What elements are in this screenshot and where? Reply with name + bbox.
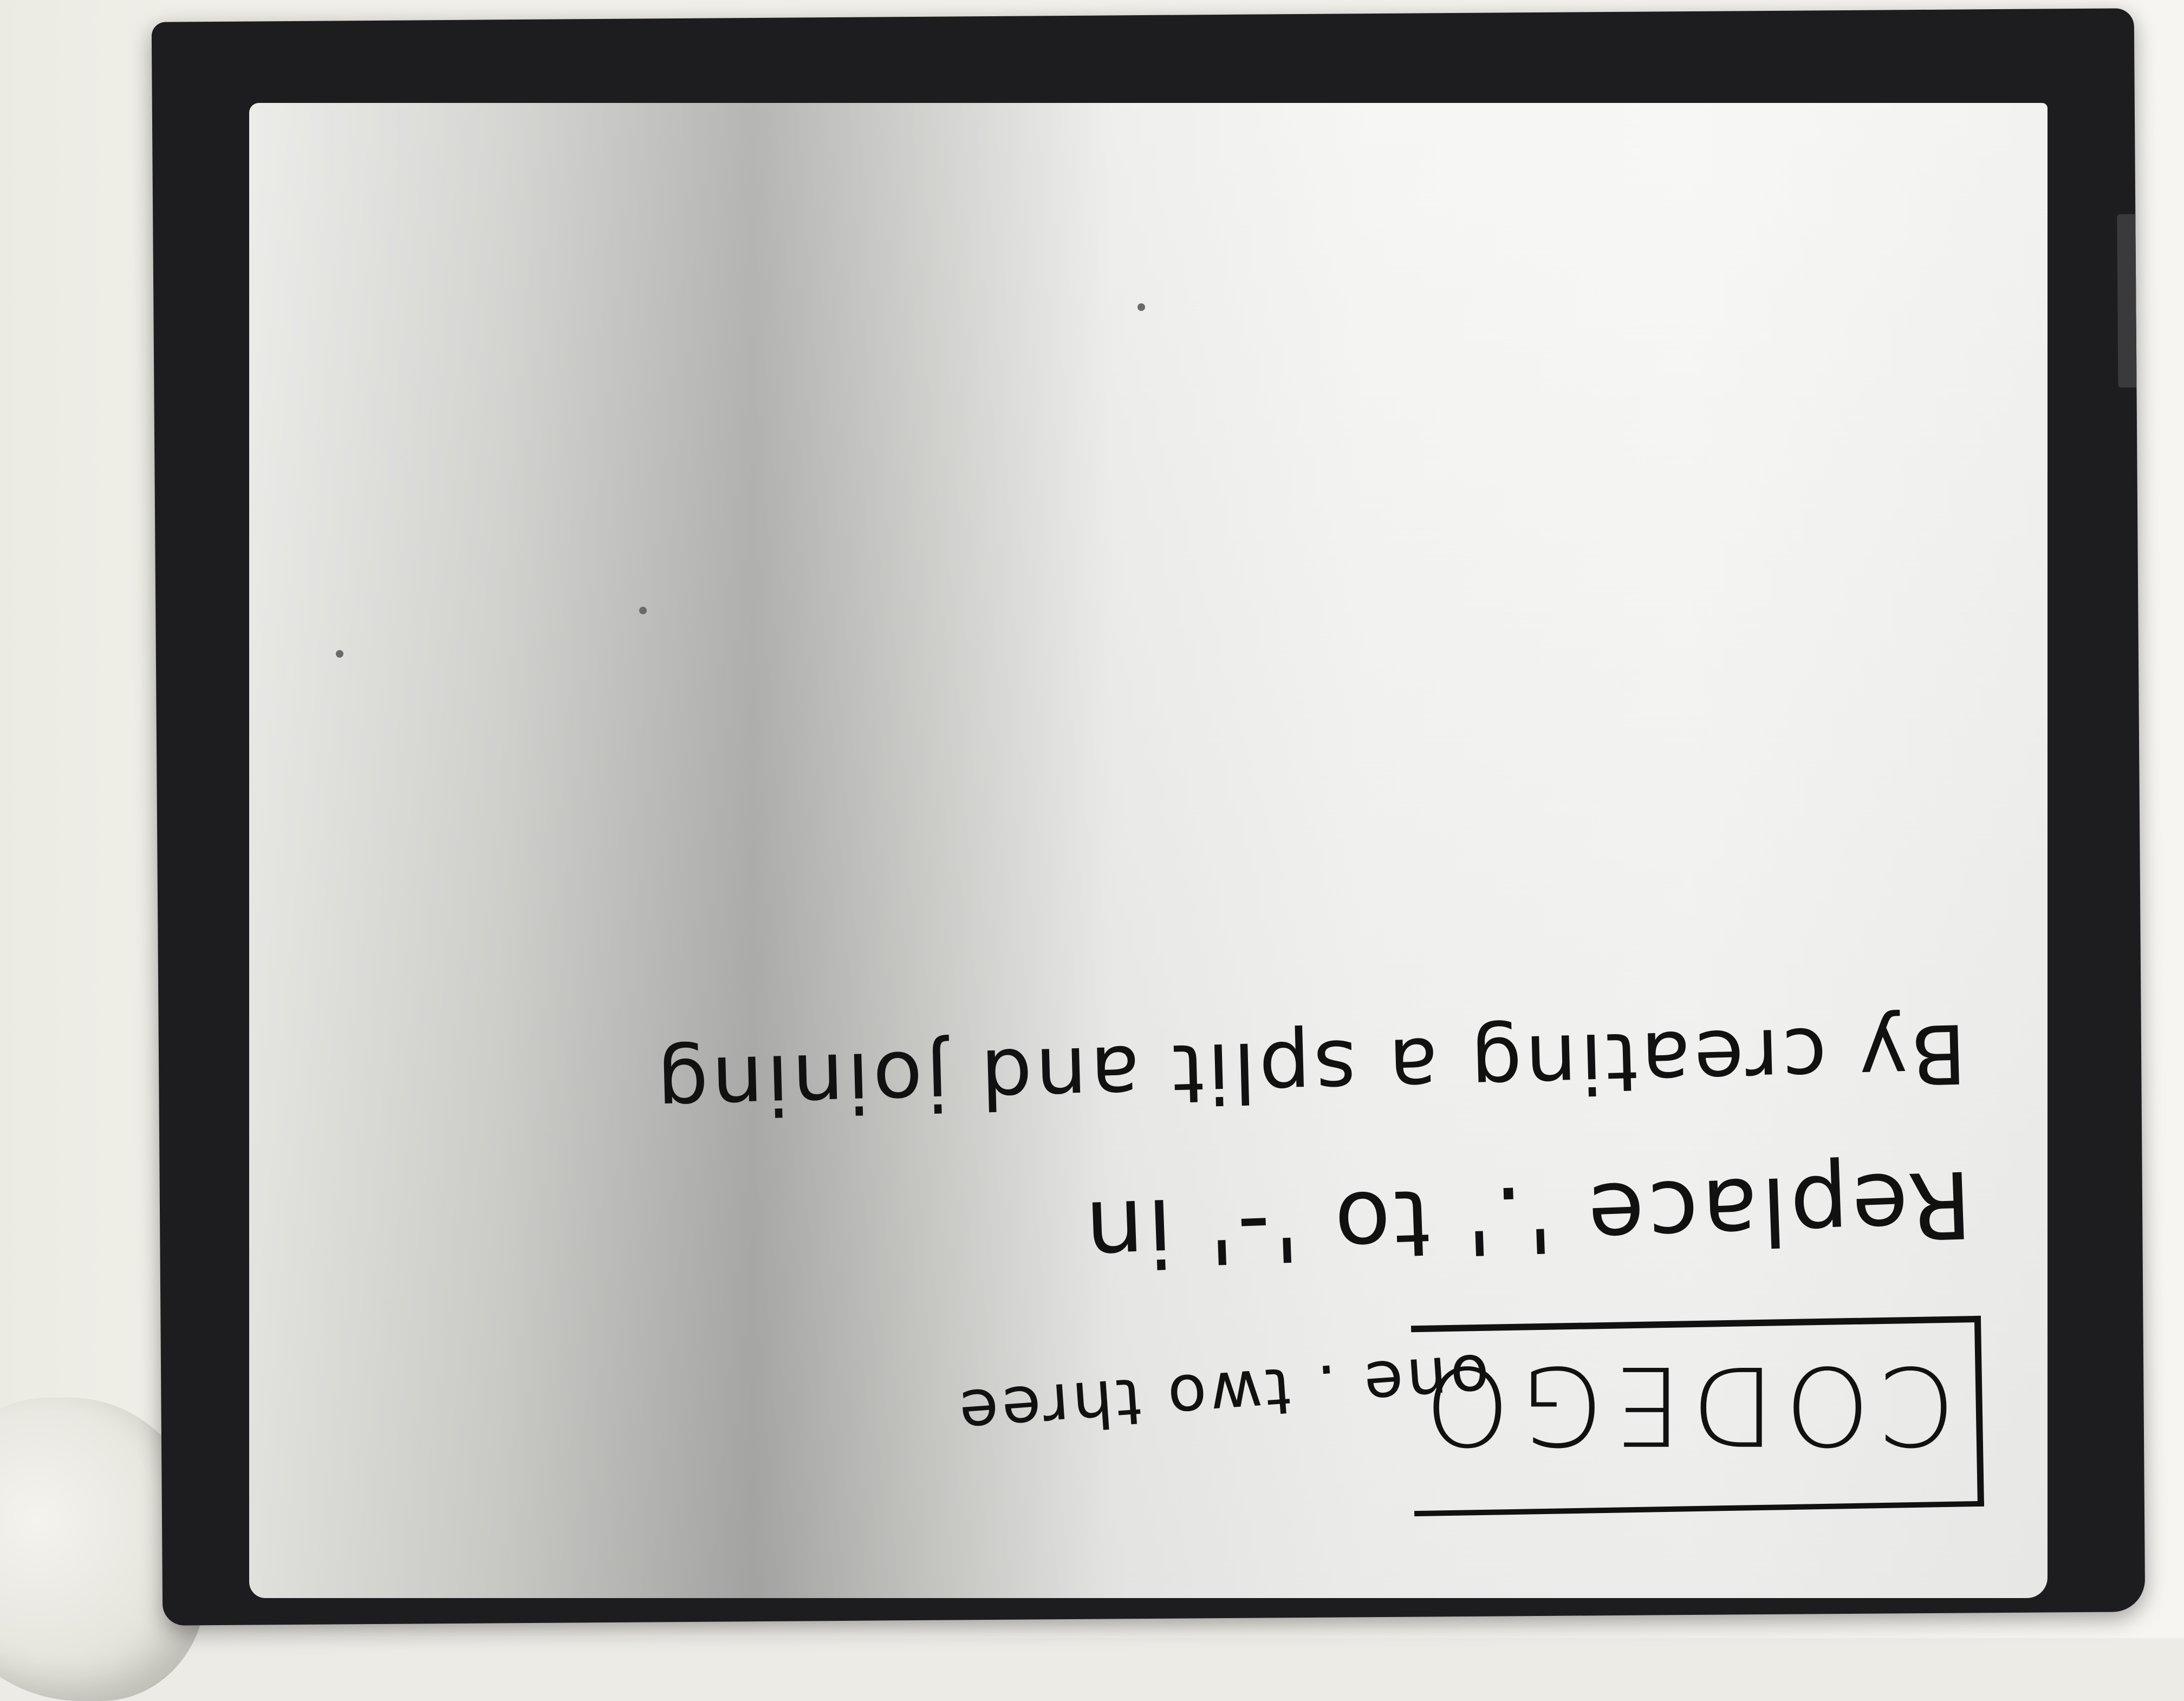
handwritten-notes: CODEGO one . two three Replace '.' to '-… bbox=[249, 103, 2047, 1598]
frame-clip bbox=[2117, 214, 2137, 388]
marker-speck bbox=[1138, 303, 1145, 311]
marker-speck bbox=[336, 650, 343, 658]
whiteboard-line-3: By creating a split and joining bbox=[652, 1005, 1968, 1134]
whiteboard-title: CODEGO bbox=[1415, 1342, 1955, 1468]
whiteboard-line-2: Replace '.' to '-' in bbox=[1080, 1150, 1974, 1288]
whiteboard-line-1: one . two three bbox=[953, 1339, 1492, 1451]
whiteboard-surface: CODEGO one . two three Replace '.' to '-… bbox=[249, 103, 2047, 1598]
marker-speck bbox=[639, 607, 647, 614]
